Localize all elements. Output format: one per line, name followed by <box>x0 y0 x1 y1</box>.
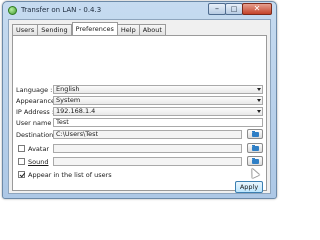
language-value: English <box>56 85 80 93</box>
appearance-select[interactable]: System <box>53 96 263 105</box>
language-select[interactable]: English <box>53 85 263 94</box>
window-client-area: Users Sending Preferences Help About Lan… <box>8 19 271 194</box>
chevron-down-icon <box>257 99 261 102</box>
sound-label: Sound <box>28 158 49 166</box>
preferences-panel: Language : English Appearance : System I… <box>12 35 267 191</box>
user-name-input[interactable]: Test <box>53 118 263 127</box>
maximize-button[interactable]: □ <box>225 3 243 15</box>
sound-field[interactable] <box>53 157 242 166</box>
tab-sending[interactable]: Sending <box>38 24 72 35</box>
appearance-value: System <box>56 96 81 104</box>
app-icon <box>8 6 17 15</box>
destination-browse-button[interactable] <box>247 129 263 139</box>
appear-in-list-label: Appear in the list of users <box>28 171 112 179</box>
sound-checkbox[interactable] <box>18 158 25 165</box>
avatar-field[interactable] <box>53 144 242 153</box>
avatar-browse-button[interactable] <box>247 143 263 153</box>
minimize-button[interactable]: – <box>208 3 226 15</box>
tab-bar: Users Sending Preferences Help About <box>12 22 166 35</box>
destination-label: Destination : <box>16 131 58 139</box>
chevron-down-icon <box>257 88 261 91</box>
language-label: Language : <box>16 86 53 94</box>
app-window: Transfer on LAN - 0.4.3 – □ ✕ Users Send… <box>2 1 277 199</box>
tab-help[interactable]: Help <box>117 24 140 35</box>
ip-address-select[interactable]: 192.168.1.4 <box>53 107 263 116</box>
tab-preferences[interactable]: Preferences <box>71 22 118 35</box>
folder-icon <box>252 158 259 164</box>
chevron-down-icon <box>257 110 261 113</box>
avatar-label: Avatar <box>28 145 50 153</box>
ip-address-label: IP Address : <box>16 108 55 116</box>
folder-icon <box>252 145 259 151</box>
tab-about[interactable]: About <box>139 24 166 35</box>
user-name-label: User name : <box>16 119 56 127</box>
apply-button[interactable]: Apply <box>235 181 263 193</box>
close-button[interactable]: ✕ <box>242 3 272 15</box>
sound-browse-button[interactable] <box>247 156 263 166</box>
title-bar[interactable]: Transfer on LAN - 0.4.3 – □ ✕ <box>3 2 276 19</box>
window-title: Transfer on LAN - 0.4.3 <box>21 6 102 14</box>
tab-users[interactable]: Users <box>12 24 39 35</box>
folder-icon <box>252 131 259 137</box>
ip-address-value: 192.168.1.4 <box>56 107 96 115</box>
destination-field[interactable]: C:\Users\Test <box>53 130 242 139</box>
appear-in-list-checkbox[interactable] <box>18 171 25 178</box>
avatar-checkbox[interactable] <box>18 145 25 152</box>
